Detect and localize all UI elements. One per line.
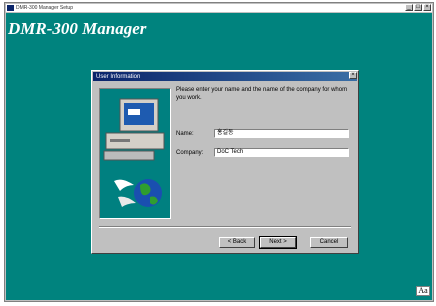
company-label: Company: bbox=[176, 150, 204, 156]
cancel-button[interactable]: Cancel bbox=[310, 237, 348, 248]
dialog-title: User Information bbox=[96, 73, 141, 80]
name-field[interactable]: 홍길동 bbox=[214, 129, 349, 138]
back-button[interactable]: < Back bbox=[219, 237, 255, 248]
font-indicator: Aa bbox=[416, 286, 430, 296]
name-label: Name: bbox=[176, 131, 194, 137]
app-icon bbox=[7, 5, 14, 11]
setup-background: DMR-300 Manager User Information × Pleas… bbox=[6, 13, 432, 300]
brand-title: DMR-300 Manager bbox=[8, 19, 147, 38]
company-field[interactable]: DoC Tech bbox=[214, 148, 349, 157]
window-title: DMR-300 Manager Setup bbox=[16, 5, 73, 11]
computer-globe-icon bbox=[103, 98, 165, 207]
wizard-illustration bbox=[99, 88, 171, 219]
user-information-dialog: User Information × Please enter your nam… bbox=[91, 70, 359, 254]
next-button[interactable]: Next > bbox=[259, 236, 297, 249]
maximize-button[interactable]: □ bbox=[414, 4, 422, 11]
dialog-close-button[interactable]: × bbox=[349, 72, 357, 79]
setup-window: DMR-300 Manager Setup _ □ × DMR-300 Mana… bbox=[4, 2, 434, 302]
minimize-button[interactable]: _ bbox=[405, 4, 413, 11]
instruction-text: Please enter your name and the name of t… bbox=[176, 87, 348, 101]
dialog-divider bbox=[99, 226, 351, 228]
close-button[interactable]: × bbox=[423, 4, 431, 11]
window-titlebar[interactable]: DMR-300 Manager Setup _ □ × bbox=[6, 4, 432, 12]
dialog-titlebar[interactable]: User Information bbox=[93, 72, 357, 81]
